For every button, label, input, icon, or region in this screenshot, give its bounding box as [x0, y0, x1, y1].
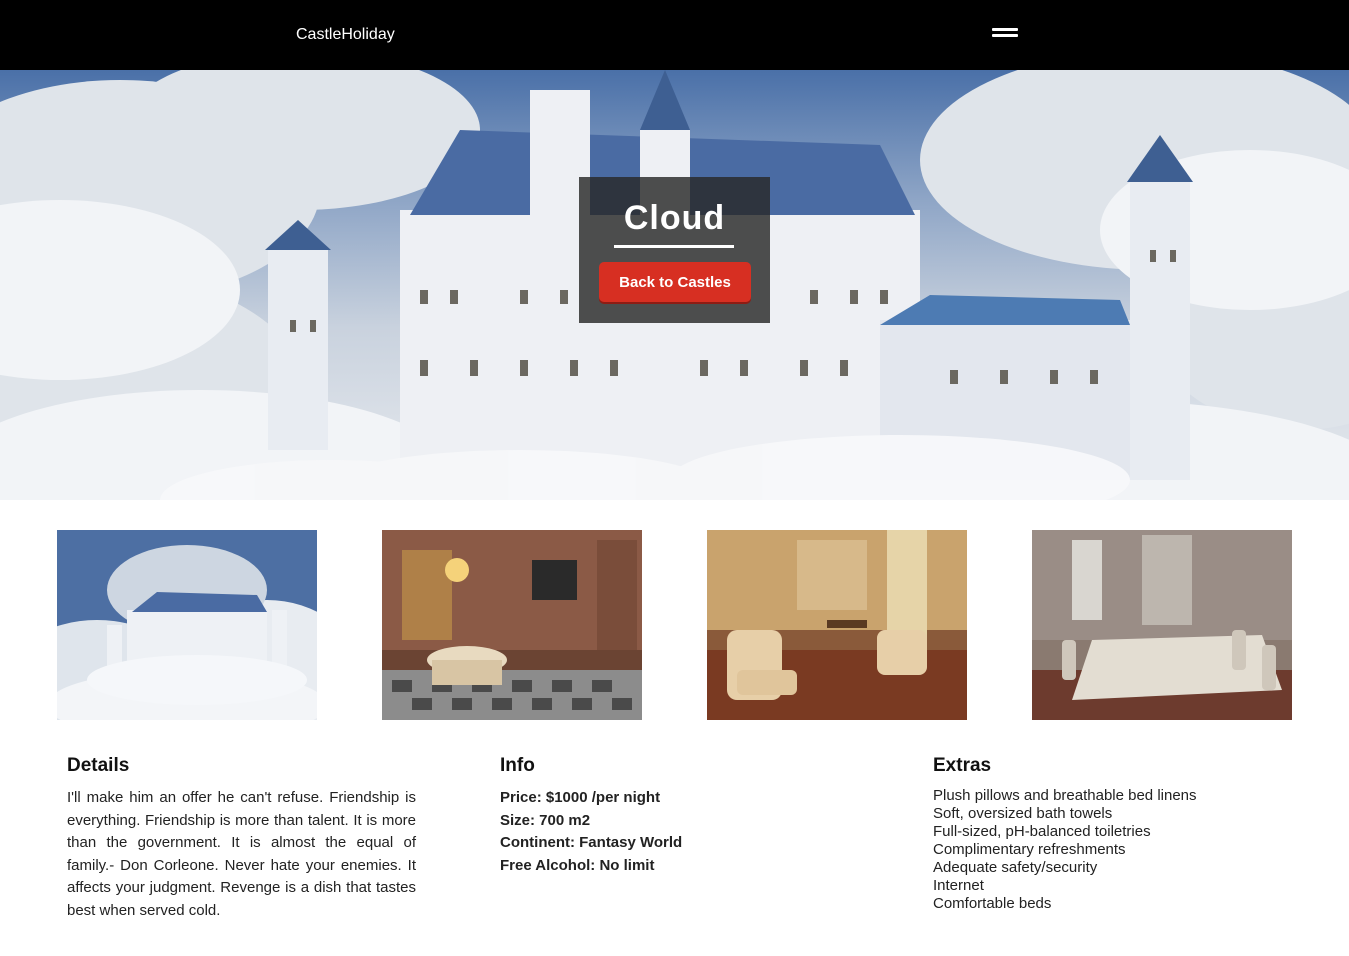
details-section: Details I'll make him an offer he can't …	[67, 755, 416, 922]
info-free-alcohol: Free Alcohol: No limit	[500, 856, 655, 874]
back-to-castles-button[interactable]: Back to Castles	[599, 262, 751, 302]
title-underline	[614, 245, 734, 248]
top-navbar: CastleHoliday	[0, 0, 1349, 70]
list-item: Internet	[933, 877, 984, 894]
list-item: Comfortable beds	[933, 895, 1052, 912]
extras-section: Extras Plush pillows and breathable bed …	[933, 755, 1293, 913]
gallery-image-castle-in-clouds[interactable]	[57, 530, 317, 720]
info-continent: Continent: Fantasy World	[500, 834, 683, 851]
hero-banner: Cloud Back to Castles	[0, 70, 1349, 500]
info-size: Size: 700 m2	[500, 811, 591, 829]
gallery-image-dining-room-chandelier[interactable]	[382, 530, 642, 720]
list-item: Plush pillows and breathable bed linens	[933, 787, 1197, 804]
extras-list: Plush pillows and breathable bed linens …	[933, 787, 1293, 913]
hero-title-box: Cloud Back to Castles	[579, 177, 770, 323]
info-section: Info Price: $1000 /per night Size: 700 m…	[500, 755, 800, 877]
gallery-image-banquet-hall[interactable]	[1032, 530, 1292, 720]
hero-title: Cloud	[623, 199, 726, 237]
info-price: Price: $1000 /per night	[500, 789, 661, 806]
list-item: Full-sized, pH-balanced toiletries	[933, 823, 1151, 840]
list-item: Adequate safety/security	[933, 859, 1098, 876]
list-item: Soft, oversized bath towels	[933, 805, 1113, 822]
extras-heading: Extras	[933, 755, 992, 776]
details-text: I'll make him an offer he can't refuse. …	[67, 789, 416, 919]
list-item: Complimentary refreshments	[933, 841, 1126, 858]
brand-logo-link[interactable]: CastleHoliday	[296, 26, 395, 44]
info-heading: Info	[500, 755, 535, 776]
hamburger-icon[interactable]	[989, 26, 1019, 42]
gallery-image-salon-armchairs[interactable]	[707, 530, 967, 720]
details-heading: Details	[67, 755, 130, 776]
